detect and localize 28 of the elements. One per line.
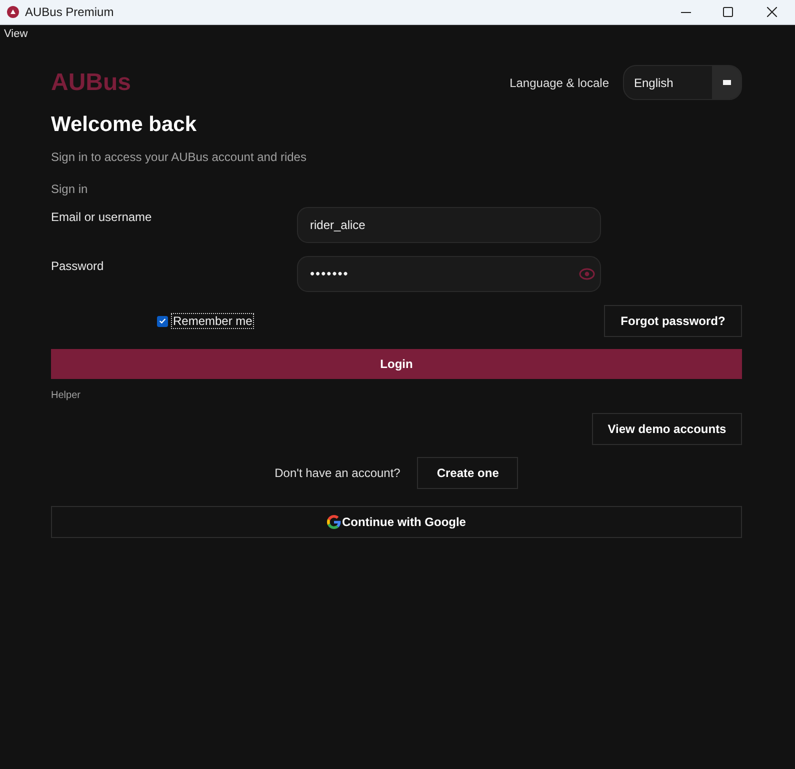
google-sign-in-button[interactable]: Continue with Google <box>51 506 742 538</box>
page-heading: Welcome back <box>51 112 198 138</box>
field-label: Password <box>51 258 105 274</box>
signup-prompt: Don't have an account? <box>274 465 400 482</box>
view-demo-accounts-button[interactable]: View demo accounts <box>592 413 742 445</box>
app-logo-icon <box>7 6 19 18</box>
subtitle-text: Sign in to access your AUBus account and rides <box>51 149 308 165</box>
menu-item[interactable]: View <box>4 26 28 40</box>
login-button[interactable]: Login <box>51 349 742 379</box>
helper-label: Helper <box>51 390 82 402</box>
remember-checkbox[interactable] <box>157 316 168 326</box>
close-icon <box>767 7 777 17</box>
field-label: Email or username <box>51 209 153 225</box>
app-logo: AUBus <box>51 70 132 94</box>
maximize-icon <box>723 7 733 17</box>
section-label: Sign in <box>51 181 89 197</box>
language-label: Language & locale <box>510 74 609 92</box>
username-field[interactable]: rider_alice <box>297 207 601 243</box>
dropdown-button[interactable] <box>712 66 741 99</box>
create-account-button[interactable]: Create one <box>417 457 518 489</box>
dropdown-bar-icon <box>722 80 730 85</box>
g-logo-icon <box>327 515 341 529</box>
window-title: AUBus Premium <box>25 4 114 21</box>
password-field[interactable]: ••••••• <box>297 256 601 292</box>
check-icon <box>159 318 166 324</box>
forgot-password-button[interactable]: Forgot password? <box>604 305 742 337</box>
remember-me-label[interactable]: Remember me <box>171 313 254 329</box>
language-select[interactable]: English <box>623 65 742 100</box>
